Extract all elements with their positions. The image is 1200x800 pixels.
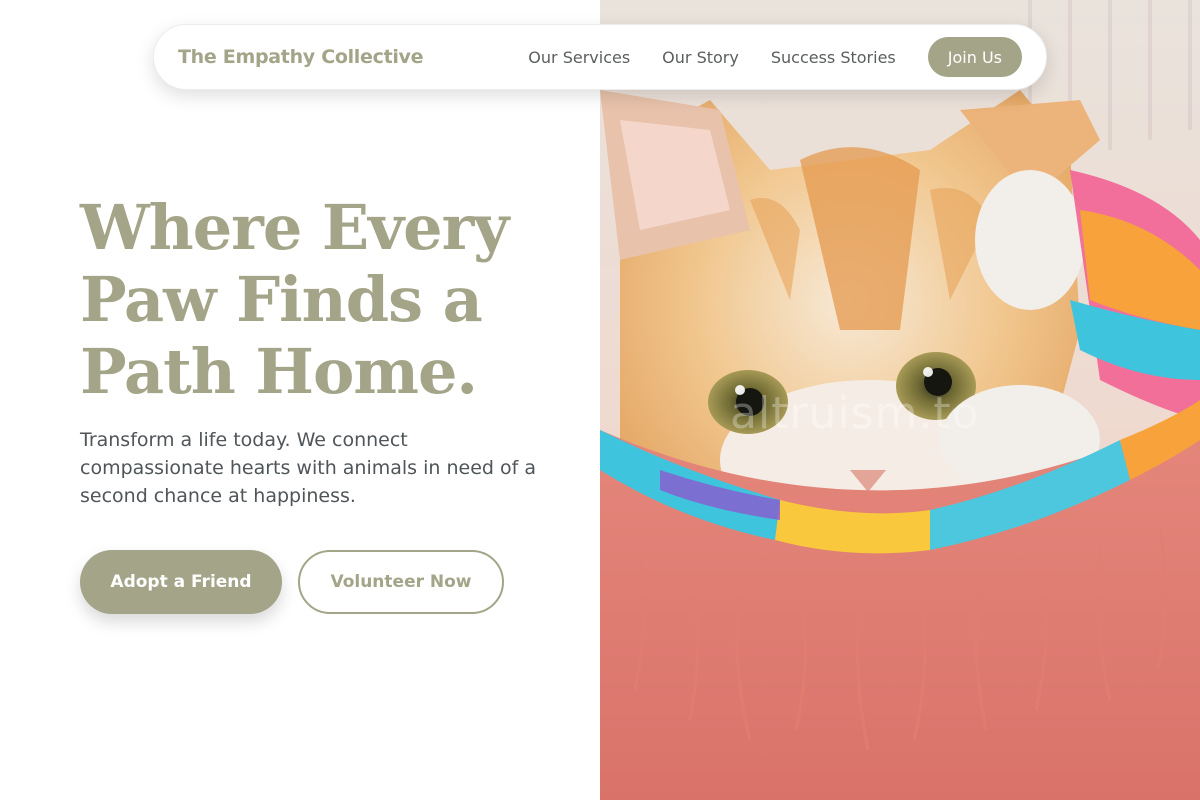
hero-kitten-image: altruism.to xyxy=(600,0,1200,800)
hero-headline: Where Every Paw Finds a Path Home. xyxy=(80,192,580,408)
adopt-a-friend-button[interactable]: Adopt a Friend xyxy=(80,550,282,614)
hero-subtext: Transform a life today. We connect compa… xyxy=(80,429,536,507)
join-us-button[interactable]: Join Us xyxy=(927,37,1022,77)
headline-line-1: Where Every xyxy=(80,191,509,264)
nav-link-success-stories[interactable]: Success Stories xyxy=(771,48,896,67)
nav-link-our-story[interactable]: Our Story xyxy=(662,48,739,67)
headline-line-3: Path Home. xyxy=(80,335,478,408)
nav-links: Our Services Our Story Success Stories J… xyxy=(528,37,1022,77)
brand-logo-text[interactable]: The Empathy Collective xyxy=(178,46,424,68)
nav-link-our-services[interactable]: Our Services xyxy=(528,48,630,67)
headline-line-2: Paw Finds a xyxy=(80,263,483,336)
top-navbar: The Empathy Collective Our Services Our … xyxy=(153,24,1047,90)
volunteer-now-button[interactable]: Volunteer Now xyxy=(298,550,504,614)
